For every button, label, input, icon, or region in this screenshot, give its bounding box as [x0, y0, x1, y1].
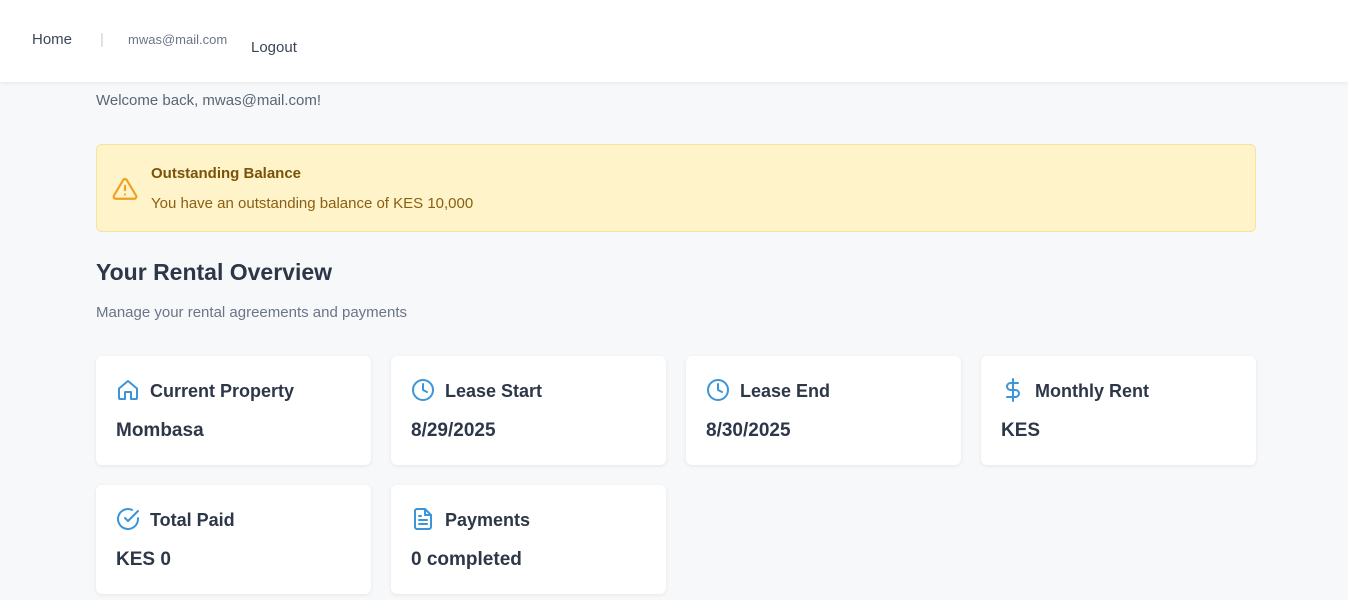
card-monthly-rent: Monthly Rent KES — [981, 356, 1256, 465]
nav-home-link[interactable]: Home — [32, 31, 72, 48]
warning-icon — [112, 176, 138, 202]
top-navbar: Home | mwas@mail.com Logout — [0, 0, 1348, 82]
card-total-paid: Total Paid KES 0 — [96, 485, 371, 594]
check-circle-icon — [116, 507, 140, 531]
card-payments: Payments 0 completed — [391, 485, 666, 594]
outstanding-balance-alert: Outstanding Balance You have an outstand… — [96, 144, 1256, 232]
card-value: 8/30/2025 — [706, 420, 791, 441]
card-label: Lease Start — [445, 381, 543, 401]
card-label: Current Property — [150, 381, 295, 401]
card-label: Lease End — [740, 381, 831, 401]
card-label: Monthly Rent — [1035, 381, 1149, 401]
dollar-icon — [1001, 378, 1025, 402]
card-lease-end: Lease End 8/30/2025 — [686, 356, 961, 465]
card-label: Total Paid — [150, 510, 235, 530]
home-icon — [116, 378, 140, 402]
card-value: KES — [1001, 420, 1041, 441]
card-current-property: Current Property Mombasa — [96, 356, 371, 465]
card-value: 0 completed — [411, 549, 522, 570]
card-value: Mombasa — [116, 420, 204, 441]
card-value: KES 0 — [116, 549, 171, 570]
alert-title: Outstanding Balance — [151, 165, 302, 182]
page-subtitle: Manage your rental agreements and paymen… — [96, 304, 408, 321]
card-lease-start: Lease Start 8/29/2025 — [391, 356, 666, 465]
clock-icon — [706, 378, 730, 402]
page-title: Your Rental Overview — [96, 259, 333, 285]
card-label: Payments — [445, 510, 531, 530]
alert-message: You have an outstanding balance of KES 1… — [151, 195, 474, 212]
logout-button[interactable]: Logout — [251, 39, 297, 56]
welcome-message: Welcome back, mwas@mail.com! — [96, 92, 321, 109]
document-icon — [411, 507, 435, 531]
card-value: 8/29/2025 — [411, 420, 496, 441]
clock-icon — [411, 378, 435, 402]
nav-separator: | — [100, 31, 104, 48]
user-email: mwas@mail.com — [128, 32, 228, 47]
